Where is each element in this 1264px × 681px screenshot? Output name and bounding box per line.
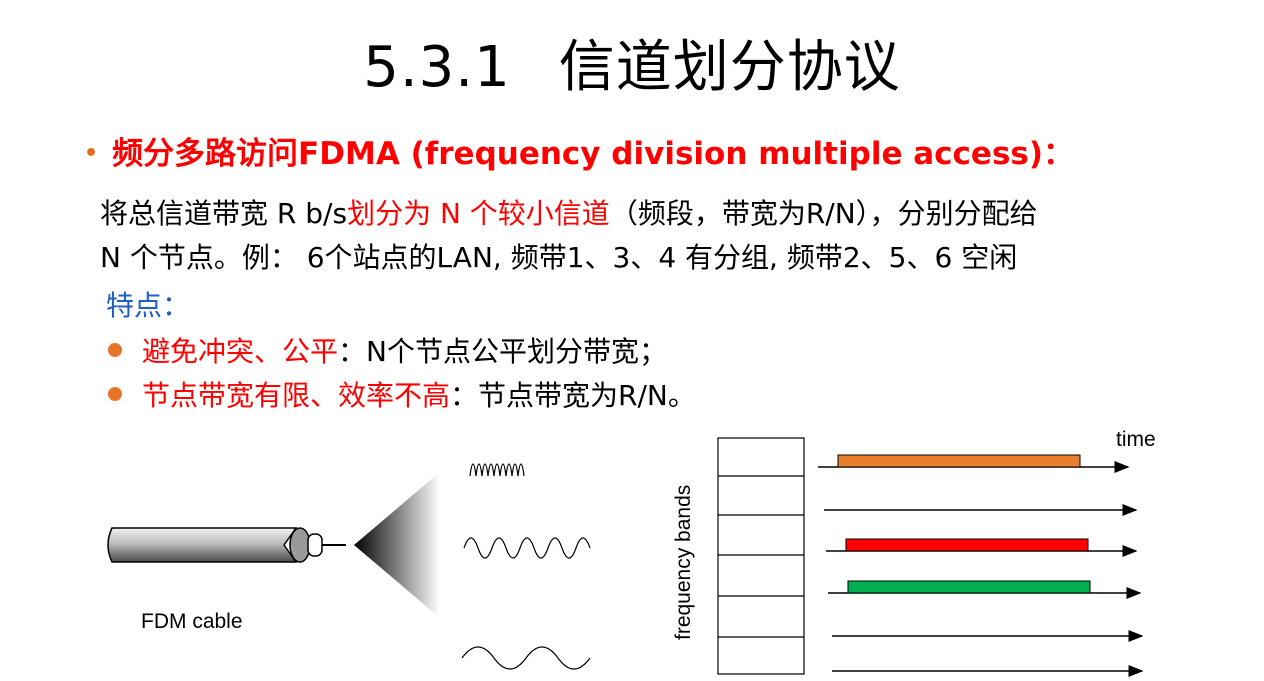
medium-frequency-wave-icon xyxy=(463,537,591,559)
fdm-diagram xyxy=(107,437,1144,677)
fdm-cable-icon xyxy=(107,527,346,563)
signal-spread-icon xyxy=(354,472,440,618)
time-axis-label: time xyxy=(1116,428,1156,451)
frequency-band-table xyxy=(717,437,805,675)
high-frequency-wave-icon xyxy=(469,463,525,477)
band-4-busy-bar xyxy=(847,580,1091,594)
frequency-axis-label: frequency bands xyxy=(672,484,695,640)
cable-label: FDM cable xyxy=(141,610,243,633)
band-3-busy-bar xyxy=(845,538,1089,552)
band-1-busy-bar xyxy=(837,454,1081,468)
low-frequency-wave-icon xyxy=(461,646,591,670)
